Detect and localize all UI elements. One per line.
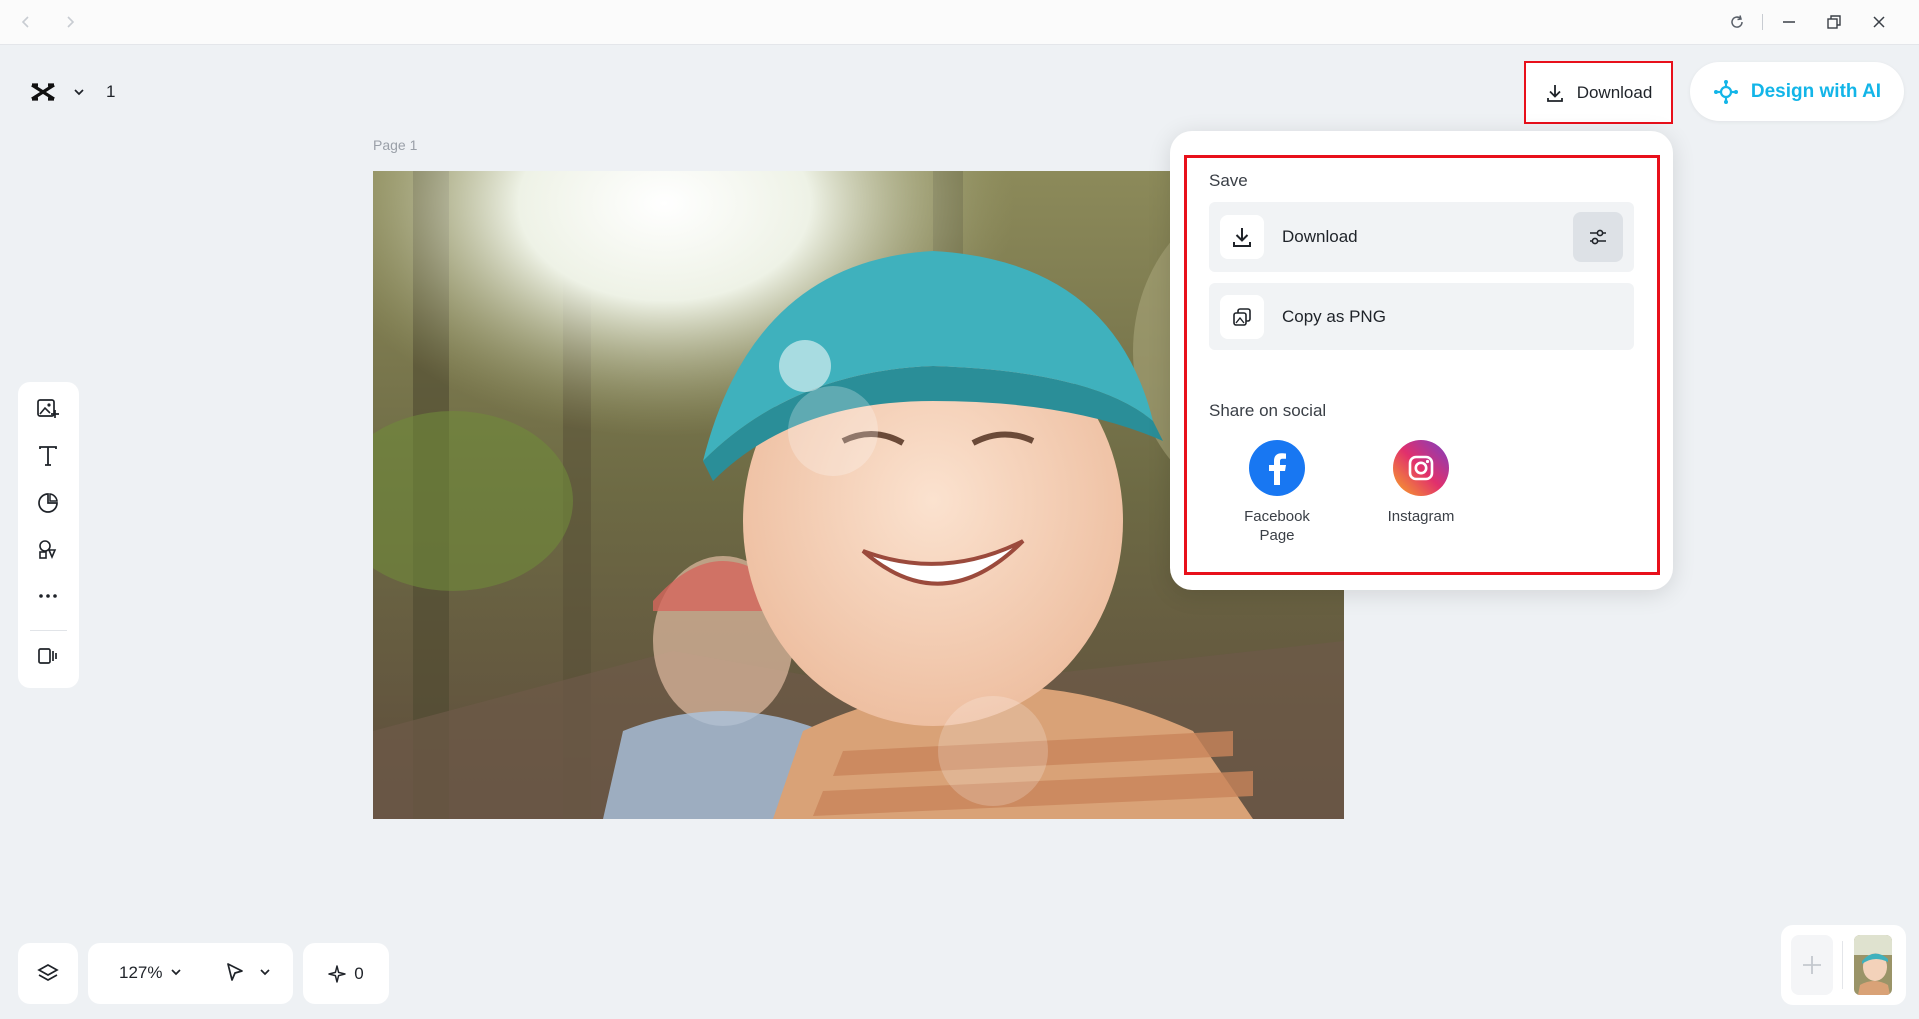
facebook-label-line1: Facebook bbox=[1244, 508, 1310, 525]
capcut-logo-icon bbox=[28, 77, 58, 107]
sliders-icon bbox=[1590, 229, 1606, 245]
design-with-ai-label: Design with AI bbox=[1750, 80, 1882, 102]
credits-button[interactable]: 0 bbox=[303, 943, 389, 1004]
pages-divider bbox=[1842, 941, 1843, 989]
download-menu-label: Download bbox=[1282, 227, 1358, 246]
share-section-label: Share on social bbox=[1209, 401, 1327, 420]
layers-button[interactable] bbox=[18, 943, 78, 1004]
restore-icon[interactable] bbox=[1823, 11, 1845, 33]
page-thumbnail[interactable] bbox=[1854, 935, 1892, 995]
copy-as-png-menu-item[interactable]: Copy as PNG bbox=[1209, 283, 1634, 350]
pages-panel bbox=[1781, 925, 1906, 1005]
download-icon bbox=[1545, 83, 1565, 103]
chevron-left-icon[interactable] bbox=[15, 11, 37, 33]
project-menu[interactable]: 1 bbox=[18, 62, 130, 122]
header-download-button[interactable]: Download bbox=[1524, 61, 1673, 124]
download-icon bbox=[1220, 215, 1264, 259]
chevron-down-icon[interactable] bbox=[258, 965, 272, 979]
share-instagram[interactable]: Instagram bbox=[1366, 440, 1476, 525]
ai-sparkle-icon bbox=[1713, 79, 1739, 105]
facebook-icon bbox=[1249, 440, 1305, 496]
resize-icon[interactable] bbox=[33, 641, 63, 671]
zoom-controls: 127% bbox=[88, 943, 293, 1004]
layers-icon bbox=[36, 962, 60, 986]
more-icon[interactable] bbox=[33, 581, 63, 611]
copy-image-icon bbox=[1220, 294, 1264, 339]
download-menu-item[interactable]: Download bbox=[1209, 202, 1634, 272]
design-with-ai-button[interactable]: Design with AI bbox=[1690, 62, 1904, 121]
toolbar-divider bbox=[30, 630, 67, 631]
zoom-level[interactable]: 127% bbox=[119, 963, 162, 983]
facebook-label-line2: Page bbox=[1259, 527, 1295, 544]
sparkle-icon bbox=[328, 964, 347, 983]
instagram-label: Instagram bbox=[1387, 508, 1455, 525]
close-icon[interactable] bbox=[1868, 11, 1890, 33]
save-section-label: Save bbox=[1209, 171, 1248, 190]
page-label: Page 1 bbox=[373, 137, 418, 153]
chevron-down-icon[interactable] bbox=[72, 85, 86, 99]
refresh-icon[interactable] bbox=[1726, 11, 1748, 33]
chevron-down-icon[interactable] bbox=[169, 965, 183, 979]
chevron-right-icon[interactable] bbox=[59, 11, 81, 33]
elements-icon[interactable] bbox=[33, 534, 63, 564]
left-toolbar bbox=[18, 382, 79, 688]
titlebar-divider bbox=[1762, 14, 1763, 30]
minimize-icon[interactable] bbox=[1778, 11, 1800, 33]
shapes-icon[interactable] bbox=[33, 488, 63, 518]
page-count: 1 bbox=[106, 82, 116, 101]
instagram-icon bbox=[1393, 440, 1449, 496]
download-settings-button[interactable] bbox=[1573, 212, 1623, 262]
copy-as-png-label: Copy as PNG bbox=[1282, 306, 1386, 326]
add-image-icon[interactable] bbox=[33, 393, 63, 423]
share-facebook-page[interactable]: Facebook Page bbox=[1222, 440, 1332, 544]
title-bar bbox=[0, 0, 1919, 45]
header-download-label: Download bbox=[1576, 82, 1653, 102]
add-page-button[interactable] bbox=[1791, 935, 1833, 995]
text-icon[interactable] bbox=[33, 441, 63, 471]
plus-icon bbox=[1803, 956, 1821, 974]
credits-count: 0 bbox=[354, 963, 364, 983]
pointer-icon[interactable] bbox=[224, 961, 246, 983]
